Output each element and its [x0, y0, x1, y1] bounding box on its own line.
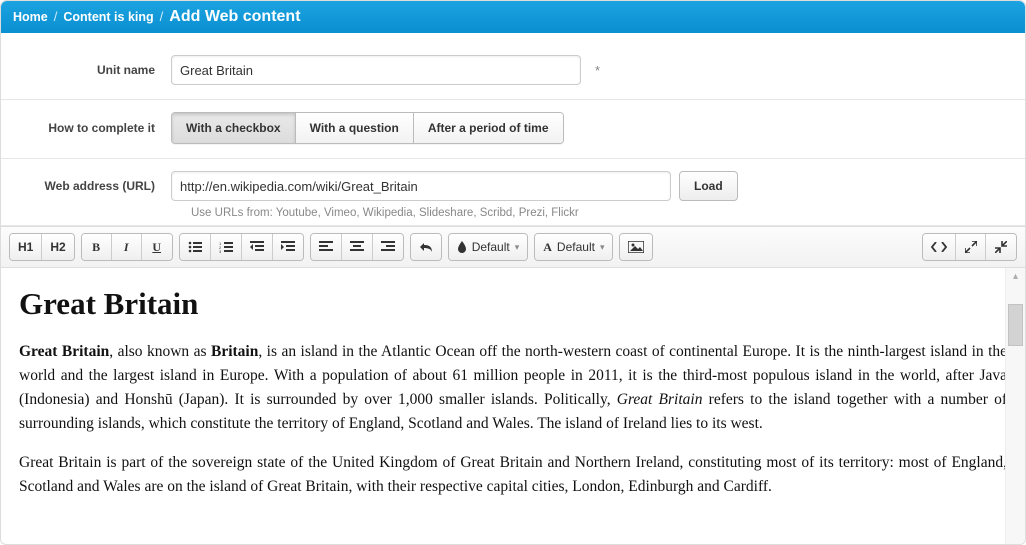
breadcrumb-home[interactable]: Home — [13, 10, 48, 24]
howto-label: How to complete it — [21, 121, 171, 135]
breadcrumb-sep: / — [160, 9, 164, 24]
unit-name-input[interactable] — [171, 55, 581, 85]
howto-segmented: With a checkbox With a question After a … — [171, 112, 564, 144]
howto-option-period[interactable]: After a period of time — [414, 113, 563, 143]
breadcrumb: Home / Content is king / Add Web content — [1, 1, 1025, 33]
page-title: Add Web content — [169, 8, 300, 26]
howto-option-checkbox[interactable]: With a checkbox — [172, 113, 296, 143]
font-icon: A — [543, 240, 552, 255]
breadcrumb-sep: / — [54, 9, 58, 24]
chevron-down-icon: ▾ — [515, 242, 520, 253]
editor-scrollbar[interactable]: ▴ — [1005, 268, 1025, 545]
load-button[interactable]: Load — [679, 171, 738, 201]
droplet-icon — [457, 241, 467, 253]
content-paragraph: Great Britain, also known as Britain, is… — [19, 340, 1007, 436]
insert-image-button[interactable] — [620, 234, 652, 260]
breadcrumb-parent[interactable]: Content is king — [63, 10, 153, 24]
italic-button[interactable]: I — [112, 234, 142, 260]
expand-button[interactable] — [956, 234, 986, 260]
heading2-button[interactable]: H2 — [42, 234, 73, 260]
required-indicator: * — [595, 63, 600, 78]
url-label: Web address (URL) — [21, 179, 171, 193]
align-left-button[interactable] — [311, 234, 342, 260]
indent-button[interactable] — [273, 234, 303, 260]
content-title: Great Britain — [19, 286, 1007, 322]
align-right-button[interactable] — [373, 234, 403, 260]
font-dropdown[interactable]: A Default ▾ — [535, 234, 612, 260]
text-color-label: Default — [472, 240, 510, 254]
align-center-button[interactable] — [342, 234, 373, 260]
collapse-button[interactable] — [986, 234, 1016, 260]
scroll-up-icon[interactable]: ▴ — [1006, 268, 1025, 284]
howto-option-question[interactable]: With a question — [296, 113, 414, 143]
content-paragraph: Great Britain is part of the sovereign s… — [19, 451, 1007, 499]
content-editor[interactable]: Great Britain Great Britain, also known … — [1, 268, 1025, 545]
font-label: Default — [557, 240, 595, 254]
scroll-thumb[interactable] — [1008, 304, 1023, 346]
list-number-button[interactable]: 123 — [211, 234, 242, 260]
unit-name-label: Unit name — [21, 63, 171, 77]
heading1-button[interactable]: H1 — [10, 234, 42, 260]
bold-button[interactable]: B — [82, 234, 112, 260]
editor-toolbar: H1 H2 B I U 123 — [1, 226, 1025, 268]
underline-button[interactable]: U — [142, 234, 172, 260]
list-bullet-button[interactable] — [180, 234, 211, 260]
url-hint: Use URLs from: Youtube, Vimeo, Wikipedia… — [191, 207, 579, 219]
chevron-down-icon: ▾ — [600, 242, 605, 253]
url-input[interactable] — [171, 171, 671, 201]
undo-button[interactable] — [411, 234, 441, 260]
text-color-dropdown[interactable]: Default ▾ — [449, 234, 528, 260]
svg-text:3: 3 — [219, 249, 222, 253]
source-button[interactable] — [923, 234, 956, 260]
outdent-button[interactable] — [242, 234, 273, 260]
